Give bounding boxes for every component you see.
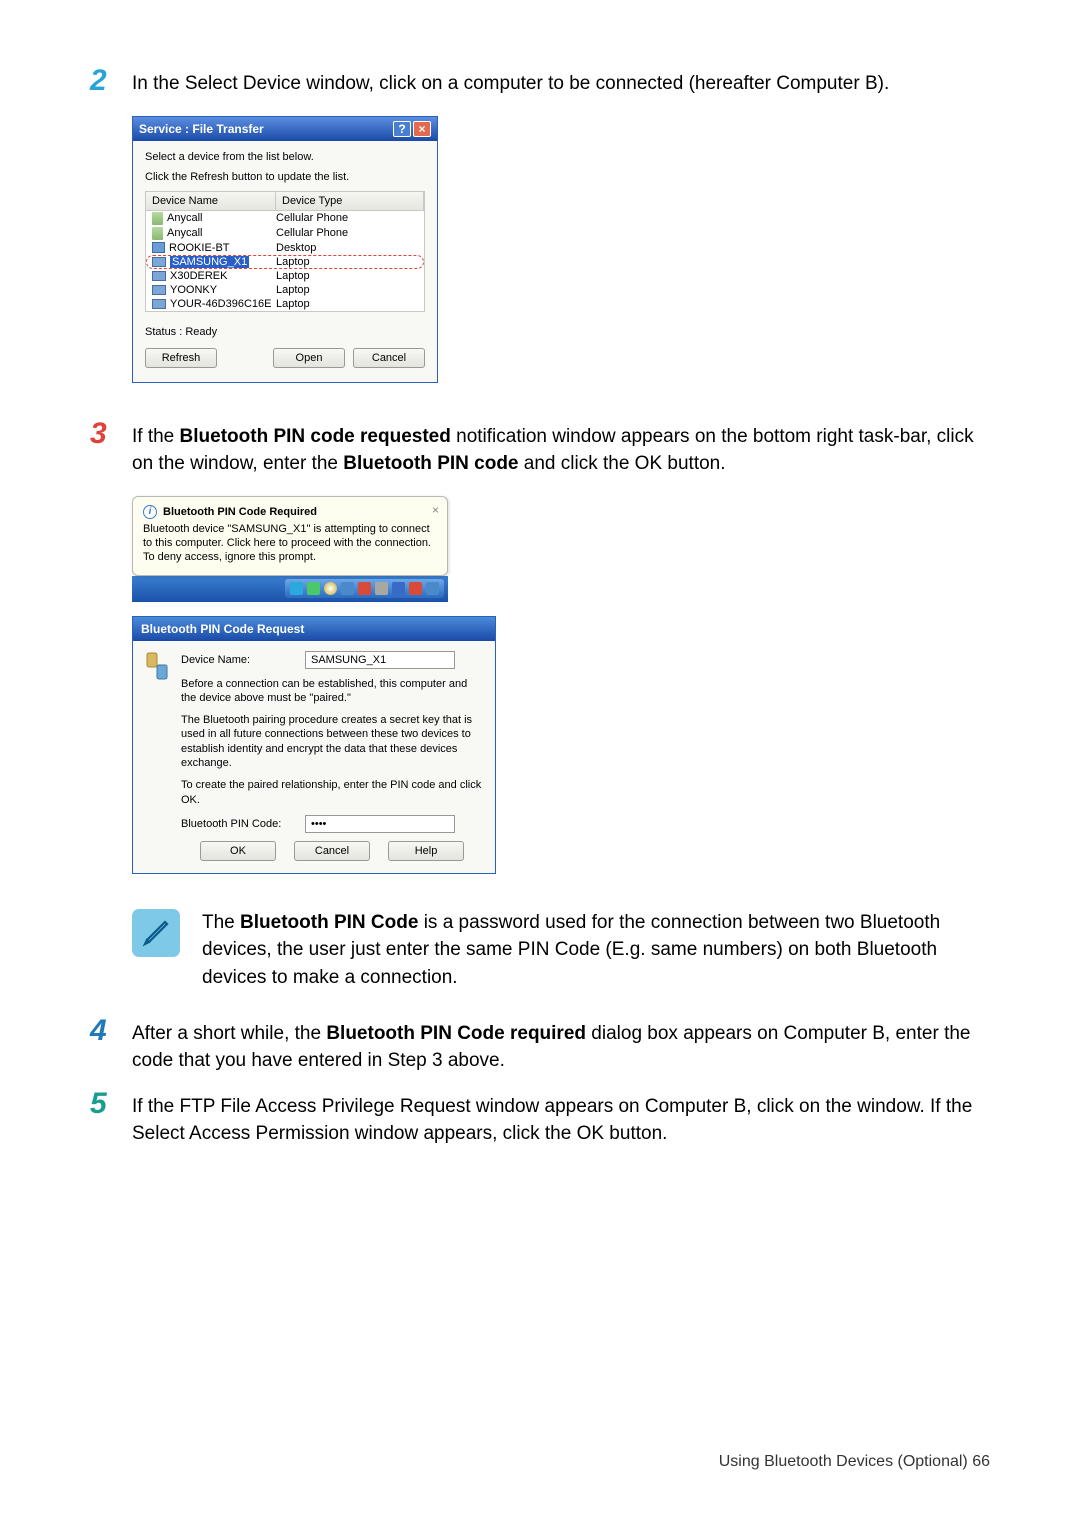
notification-body: Bluetooth device "SAMSUNG_X1" is attempt… — [143, 522, 437, 565]
step-4-text: After a short while, the Bluetooth PIN C… — [132, 1020, 990, 1075]
device-table-header: Device Name Device Type — [146, 192, 424, 211]
dialog-instruction-2: Click the Refresh button to update the l… — [145, 171, 425, 183]
bluetooth-tray-icon[interactable] — [290, 582, 303, 595]
tray-icon[interactable] — [409, 582, 422, 595]
pin-paragraph-1: Before a connection can be established, … — [181, 677, 483, 706]
table-row[interactable]: Anycall Cellular Phone — [146, 211, 424, 226]
desktop-icon — [152, 242, 165, 253]
step-4: 4 After a short while, the Bluetooth PIN… — [90, 1020, 990, 1075]
ok-button[interactable]: OK — [200, 841, 276, 861]
tray-icon[interactable] — [307, 582, 320, 595]
step-5: 5 If the FTP File Access Privilege Reque… — [90, 1093, 990, 1148]
table-row[interactable]: Anycall Cellular Phone — [146, 226, 424, 241]
laptop-icon — [152, 285, 166, 295]
step-number-3: 3 — [90, 419, 132, 449]
table-row[interactable]: YOONKY Laptop — [146, 283, 424, 297]
laptop-icon — [152, 257, 166, 267]
select-device-dialog: Service : File Transfer ? × Select a dev… — [132, 116, 438, 383]
phone-icon — [152, 227, 163, 240]
table-row[interactable]: YOUR-46D396C16E Laptop — [146, 297, 424, 311]
pin-paragraph-2: The Bluetooth pairing procedure creates … — [181, 713, 483, 770]
page-footer: Using Bluetooth Devices (Optional) 66 — [719, 1453, 990, 1471]
cancel-button[interactable]: Cancel — [353, 348, 425, 368]
tray-icon[interactable] — [392, 582, 405, 595]
pin-code-input[interactable]: •••• — [305, 815, 455, 833]
laptop-icon — [152, 271, 166, 281]
system-tray — [285, 579, 444, 598]
dialog-titlebar: Service : File Transfer ? × — [133, 117, 437, 141]
cancel-button[interactable]: Cancel — [294, 841, 370, 861]
device-name-field: SAMSUNG_X1 — [305, 651, 455, 669]
pin-code-label: Bluetooth PIN Code: — [181, 818, 299, 830]
step-5-text: If the FTP File Access Privilege Request… — [132, 1093, 990, 1148]
laptop-icon — [152, 299, 166, 309]
phone-icon — [152, 212, 163, 225]
pin-dialog-title: Bluetooth PIN Code Request — [133, 617, 495, 641]
dialog-body: Select a device from the list below. Cli… — [133, 141, 437, 382]
tray-icon[interactable] — [324, 582, 337, 595]
help-button[interactable]: Help — [388, 841, 464, 861]
open-button[interactable]: Open — [273, 348, 345, 368]
dialog-buttons: Refresh Open Cancel — [145, 348, 425, 372]
step-3: 3 If the Bluetooth PIN code requested no… — [90, 423, 990, 478]
info-icon: i — [143, 505, 157, 519]
help-icon[interactable]: ? — [393, 121, 411, 137]
table-row-selected[interactable]: SAMSUNG_X1 Laptop — [146, 255, 424, 269]
tray-icon[interactable] — [375, 582, 388, 595]
tray-icon[interactable] — [358, 582, 371, 595]
taskbar — [132, 576, 448, 602]
step-number-2: 2 — [90, 66, 132, 96]
step-3-screenshots: × i Bluetooth PIN Code Required Bluetoot… — [132, 496, 990, 874]
pin-dialog-content: Device Name: SAMSUNG_X1 Before a connect… — [181, 651, 483, 861]
pin-paragraph-3: To create the paired relationship, enter… — [181, 778, 483, 807]
dialog-title-text: Service : File Transfer — [139, 122, 264, 136]
step-number-4: 4 — [90, 1016, 132, 1046]
note-icon — [132, 909, 180, 957]
table-row[interactable]: X30DEREK Laptop — [146, 269, 424, 283]
pin-dialog-body: Device Name: SAMSUNG_X1 Before a connect… — [133, 641, 495, 873]
step-3-text: If the Bluetooth PIN code requested noti… — [132, 423, 990, 478]
column-device-type[interactable]: Device Type — [276, 192, 424, 210]
column-device-name[interactable]: Device Name — [146, 192, 276, 210]
pin-dialog-buttons: OK Cancel Help — [181, 841, 483, 861]
note-block: The Bluetooth PIN Code is a password use… — [132, 909, 990, 992]
step-2: 2 In the Select Device window, click on … — [90, 70, 990, 98]
note-text: The Bluetooth PIN Code is a password use… — [202, 909, 990, 992]
select-device-dialog-wrap: Service : File Transfer ? × Select a dev… — [132, 116, 990, 383]
device-table: Device Name Device Type Anycall Cellular… — [145, 191, 425, 312]
device-name-label: Device Name: — [181, 654, 299, 666]
tray-icon[interactable] — [341, 582, 354, 595]
pin-code-request-dialog: Bluetooth PIN Code Request Device Name: … — [132, 616, 496, 874]
dialog-instruction-1: Select a device from the list below. — [145, 151, 425, 163]
status-text: Status : Ready — [145, 326, 425, 338]
table-row[interactable]: ROOKIE-BT Desktop — [146, 241, 424, 255]
close-icon[interactable]: × — [432, 503, 439, 517]
step-2-text: In the Select Device window, click on a … — [132, 70, 990, 98]
step-number-5: 5 — [90, 1089, 132, 1119]
close-icon[interactable]: × — [413, 121, 431, 137]
pin-notification-balloon[interactable]: × i Bluetooth PIN Code Required Bluetoot… — [132, 496, 448, 576]
notification-title: i Bluetooth PIN Code Required — [143, 505, 437, 519]
titlebar-buttons: ? × — [393, 121, 431, 137]
pairing-icon — [145, 651, 171, 861]
tray-icon[interactable] — [426, 582, 439, 595]
refresh-button[interactable]: Refresh — [145, 348, 217, 368]
